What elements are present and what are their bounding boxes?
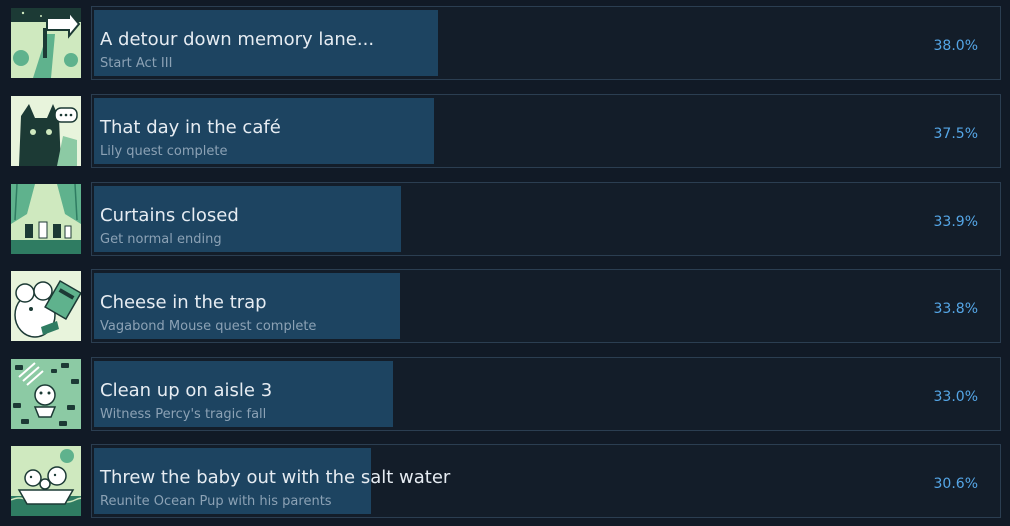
- achievement-title: Threw the baby out with the salt water: [100, 467, 451, 488]
- achievement-percent: 33.0%: [933, 389, 978, 405]
- achievement-description: Start Act III: [100, 56, 173, 71]
- achievement-description: Vagabond Mouse quest complete: [100, 319, 317, 334]
- boat-family-icon: [11, 446, 81, 516]
- achievement-description: Lily quest complete: [100, 144, 228, 159]
- achievement-percent: 33.8%: [933, 301, 978, 317]
- achievement-description: Get normal ending: [100, 232, 222, 247]
- achievement-row[interactable]: A detour down memory lane... Start Act I…: [0, 6, 1010, 82]
- mouse-trap-icon: [11, 271, 81, 341]
- achievement-card: That day in the café Lily quest complete…: [91, 94, 1001, 168]
- achievement-row[interactable]: Threw the baby out with the salt water R…: [0, 444, 1010, 520]
- cat-speech-icon: [11, 96, 81, 166]
- achievement-card: Cheese in the trap Vagabond Mouse quest …: [91, 269, 1001, 343]
- achievement-percent: 33.9%: [933, 214, 978, 230]
- achievement-percent: 38.0%: [933, 38, 978, 54]
- achievement-card: Threw the baby out with the salt water R…: [91, 444, 1001, 518]
- falling-cans-icon: [11, 359, 81, 429]
- achievement-row[interactable]: Curtains closed Get normal ending 33.9%: [0, 182, 1010, 258]
- achievement-title: Clean up on aisle 3: [100, 380, 273, 401]
- achievement-percent: 30.6%: [933, 476, 978, 492]
- stage-curtain-icon: [11, 184, 81, 254]
- achievement-row[interactable]: Clean up on aisle 3 Witness Percy's trag…: [0, 357, 1010, 433]
- achievement-row[interactable]: That day in the café Lily quest complete…: [0, 94, 1010, 170]
- achievement-description: Reunite Ocean Pup with his parents: [100, 494, 332, 509]
- road-arrow-icon: [11, 8, 81, 78]
- achievement-card: Curtains closed Get normal ending 33.9%: [91, 182, 1001, 256]
- achievement-card: A detour down memory lane... Start Act I…: [91, 6, 1001, 80]
- achievement-description: Witness Percy's tragic fall: [100, 407, 267, 422]
- achievements-list: A detour down memory lane... Start Act I…: [0, 0, 1010, 526]
- achievement-percent: 37.5%: [933, 126, 978, 142]
- achievement-card: Clean up on aisle 3 Witness Percy's trag…: [91, 357, 1001, 431]
- achievement-title: Cheese in the trap: [100, 292, 267, 313]
- achievement-title: Curtains closed: [100, 205, 239, 226]
- achievement-title: A detour down memory lane...: [100, 29, 375, 50]
- achievement-row[interactable]: Cheese in the trap Vagabond Mouse quest …: [0, 269, 1010, 345]
- achievement-title: That day in the café: [100, 117, 281, 138]
